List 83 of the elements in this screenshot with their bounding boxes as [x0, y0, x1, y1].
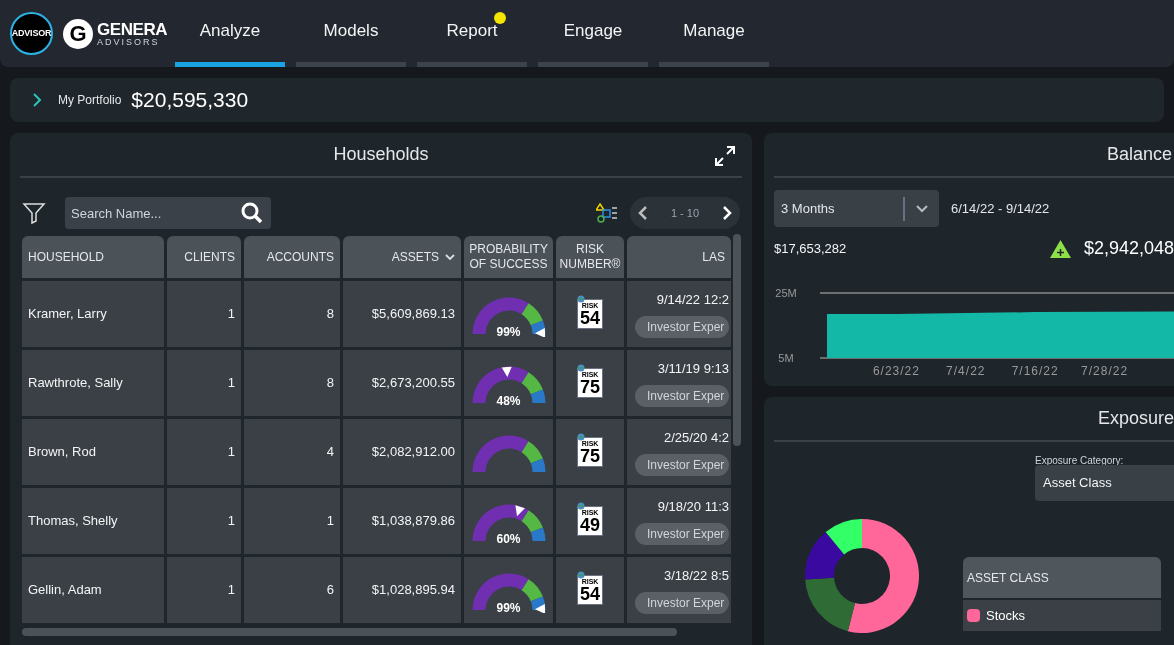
nav-tab[interactable]: Report [417, 0, 527, 67]
page-range: 1 - 10 [670, 205, 700, 221]
pagination-control[interactable]: 1 - 10 [630, 197, 740, 229]
field-label: Exposure Category: [1035, 454, 1124, 468]
panel-title: Households [333, 143, 429, 166]
last-activity-date: 3/11/19 9:13 [657, 360, 729, 379]
chevron-right-icon[interactable] [32, 92, 42, 108]
probability-value: 99% [495, 324, 522, 341]
table-cell: Brown, Rod [22, 419, 164, 485]
last-activity-date: 9/18/20 11:3 [657, 498, 729, 517]
sort-caret-icon[interactable] [445, 253, 455, 261]
column-header[interactable]: ASSET CLASS [963, 557, 1161, 598]
table-cell: $1,038,879.86 [343, 488, 461, 554]
table-cell: $2,673,200.55 [343, 350, 461, 416]
table-cell: $5,609,869.13 [343, 281, 461, 347]
column-header[interactable]: HOUSEHOLD [22, 236, 164, 278]
status-pill: Investor Exper [635, 315, 729, 338]
nav-tab[interactable]: Manage [659, 0, 769, 67]
table-cell: 1 [167, 419, 241, 485]
portfolio-label: My Portfolio [58, 92, 122, 109]
portfolio-value: $20,595,330 [131, 87, 249, 114]
y-tick: 25M [775, 287, 797, 299]
filter-icon[interactable] [22, 201, 46, 225]
column-header[interactable]: ACCOUNTS [244, 236, 340, 278]
brand-logo-mark: G [63, 18, 93, 49]
panel-title: Balance [1106, 143, 1172, 166]
x-tick-label: 6/23/22 [872, 364, 920, 378]
vertical-scrollbar[interactable] [733, 234, 741, 446]
probability-value: 60% [495, 531, 522, 548]
expand-icon[interactable] [714, 145, 736, 167]
nav-tab[interactable]: Analyze [175, 0, 285, 67]
table-cell: 1 [167, 281, 241, 347]
chevron-down-icon[interactable] [915, 203, 929, 214]
column-header[interactable]: CLIENTS [167, 236, 241, 278]
column-header[interactable]: RISK NUMBER® [556, 236, 624, 278]
table-cell: 1 [167, 488, 241, 554]
table-cell: 8 [244, 281, 340, 347]
panel-title: Exposure [1097, 407, 1174, 430]
x-tick-label: 7/4/22 [946, 364, 986, 378]
horizontal-scrollbar[interactable] [22, 628, 677, 636]
x-tick-label: 7/28/22 [1081, 364, 1129, 378]
table-cell: 8 [244, 350, 340, 416]
table-cell: 4 [244, 419, 340, 485]
chevron-left-icon[interactable] [638, 205, 648, 221]
brand-name: GENERA [97, 20, 168, 38]
category-dropdown[interactable]: Asset Class [1035, 465, 1174, 501]
last-activity-date: 3/18/22 8:5 [663, 567, 729, 586]
brand-subtitle: ADVISORS [97, 37, 161, 47]
start-balance: $17,653,282 [774, 239, 847, 258]
column-header[interactable]: ASSETS [343, 236, 461, 278]
legend-row: Stocks [963, 600, 1161, 631]
status-pill: Investor Exper [635, 453, 729, 476]
status-pill: Investor Exper [635, 384, 729, 407]
table-cell: $1,028,895.94 [343, 557, 461, 623]
table-cell: Rawthrote, Sally [22, 350, 164, 416]
y-tick: 5M [778, 352, 794, 364]
x-tick-label: 7/16/22 [1011, 364, 1059, 378]
probability-value: 99% [495, 600, 522, 617]
search-icon[interactable] [241, 202, 263, 224]
nav-tab[interactable]: Models [296, 0, 406, 67]
table-cell: 6 [244, 557, 340, 623]
table-cell: 1 [244, 488, 340, 554]
period-dropdown[interactable]: 3 Months [774, 190, 939, 227]
last-activity-date: 2/25/20 4:2 [663, 429, 729, 448]
nav-tab[interactable]: Engage [538, 0, 648, 67]
table-cell: 1 [167, 557, 241, 623]
advisor-logo: ADVISOR [10, 12, 53, 55]
table-cell: $2,082,912.00 [343, 419, 461, 485]
status-pill: Investor Exper [635, 522, 729, 545]
column-header[interactable]: LAS [627, 236, 731, 278]
table-cell: 1 [167, 350, 241, 416]
table-cell: Kramer, Larry [22, 281, 164, 347]
increase-icon [1048, 238, 1072, 259]
probability-value: 48% [495, 393, 522, 410]
column-header[interactable]: PROBABILITY OF SUCCESS [464, 236, 553, 278]
search-field[interactable]: Search Name... [65, 197, 271, 229]
date-range: 6/14/22 - 9/14/22 [951, 199, 1050, 218]
balance-change: $2,942,048 [1083, 237, 1174, 260]
status-pill: Investor Exper [635, 591, 729, 614]
table-cell: Thomas, Shelly [22, 488, 164, 554]
last-activity-date: 9/14/22 12:2 [656, 291, 729, 310]
table-cell: Gellin, Adam [22, 557, 164, 623]
shapes-icon[interactable] [596, 202, 618, 224]
